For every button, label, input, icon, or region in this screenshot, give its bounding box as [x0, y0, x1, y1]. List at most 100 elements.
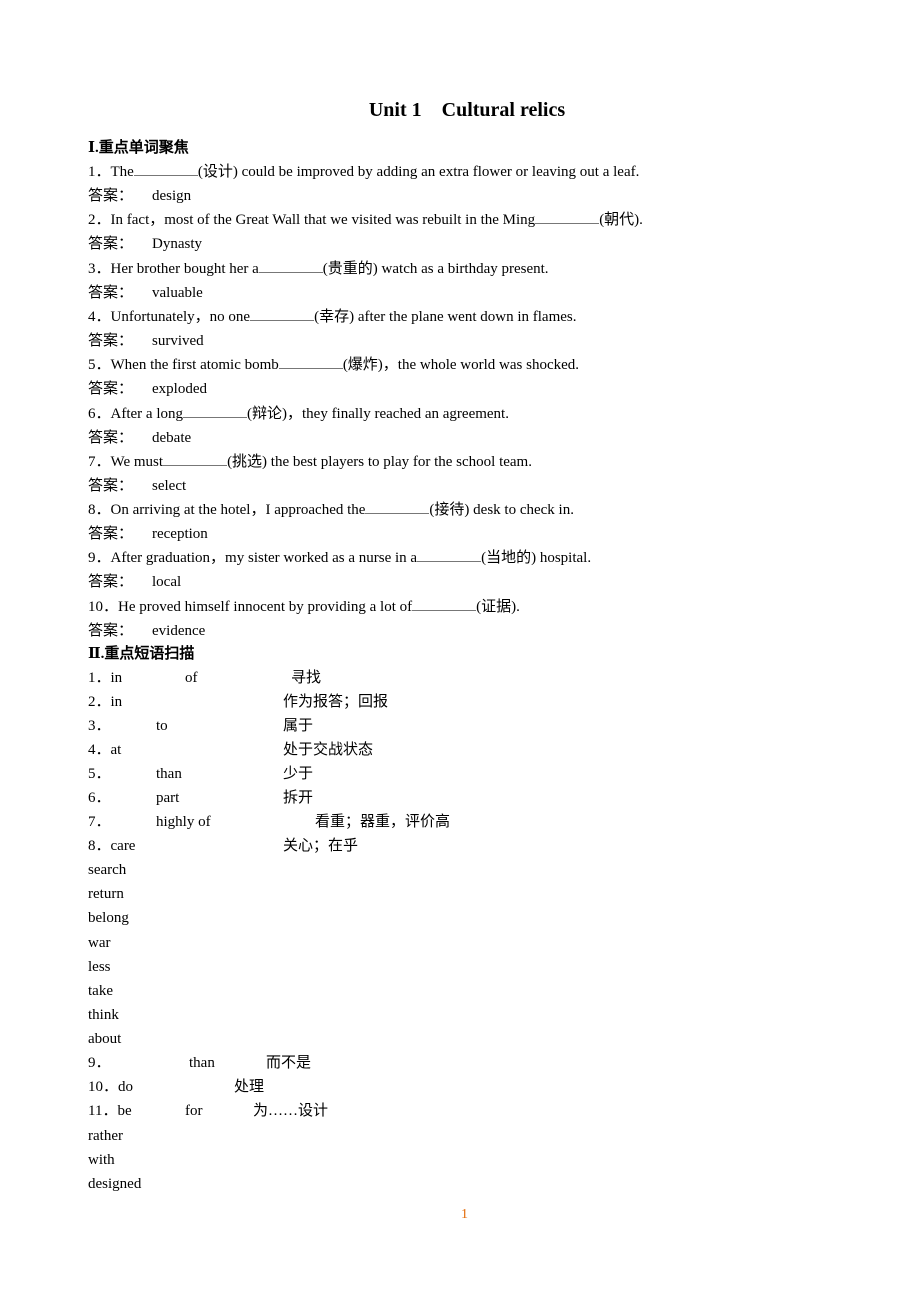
page-number: 1 — [461, 1207, 468, 1222]
phrase-3-num: 3． — [88, 718, 111, 734]
phrase-answer: war — [88, 934, 111, 951]
phrase-6-num: 6． — [88, 790, 111, 806]
answer-text: select — [152, 477, 187, 494]
phrase-11-cn: 为……设计 — [253, 1103, 329, 1119]
answer-3: 答案： valuable — [88, 283, 203, 303]
phrase-answer: think — [88, 1007, 119, 1024]
phrase-11-mid: for — [185, 1103, 203, 1119]
answer-10: 答案： evidence — [88, 621, 205, 641]
question-9: 9．After graduation，my sister worked as a… — [88, 548, 591, 568]
question-text-after: (设计) could be improved by adding an extr… — [197, 164, 640, 180]
phrase-6-mid: part — [156, 790, 180, 806]
page-title: Unit 1 Cultural relics — [368, 99, 566, 121]
answer-label: 答案： — [88, 236, 134, 253]
question-3: 3．Her brother bought her a (贵重的) watch as… — [88, 259, 549, 279]
phrase-9-cn: 而不是 — [266, 1055, 312, 1071]
answer-7: 答案： select — [88, 476, 186, 496]
answer-blank — [417, 548, 482, 563]
phrase-5-cn: 少于 — [283, 766, 314, 782]
question-number: 8． — [88, 502, 111, 519]
answer-blank — [183, 404, 247, 418]
question-text-before: When the first atomic bomb — [110, 357, 279, 374]
answer-label: 答案： — [88, 574, 134, 591]
answer-text: reception — [152, 526, 208, 543]
answer-2: 答案： Dynasty — [88, 234, 202, 254]
question-text-before: He proved himself innocent by providing … — [118, 598, 413, 615]
answer-blank — [250, 307, 315, 321]
answer-text: survived — [152, 332, 204, 349]
answer-blank — [258, 259, 323, 273]
answer-label: 答案： — [88, 526, 134, 543]
question-text-after: (幸存) after the plane went down in flames… — [314, 308, 577, 325]
answer-label: 答案： — [88, 284, 134, 301]
phrase-answer: designed — [88, 1176, 142, 1193]
question-text-after: (爆炸)，the whole world was shocked. — [342, 357, 580, 374]
answer-blank — [163, 452, 228, 466]
phrase-answer: rather — [88, 1128, 123, 1144]
question-text-after: (朝代). — [599, 212, 643, 229]
phrase-3-mid: to — [156, 718, 168, 734]
answer-9: 答案： local — [88, 572, 181, 592]
section2-heading: Ⅱ.重点短语扫描 — [88, 646, 195, 662]
phrase-answer: about — [88, 1031, 122, 1048]
phrase-1-num: 1．in — [88, 670, 123, 686]
question-5: 5．When the first atomic bomb (爆炸)，the who… — [88, 355, 579, 375]
answer-blank — [535, 210, 600, 225]
phrase-4-cn: 处于交战状态 — [283, 742, 374, 758]
answer-blank — [412, 597, 477, 611]
question-text-after: (当地的) hospital. — [481, 550, 592, 567]
question-text-before: After a long — [110, 405, 183, 422]
question-number: 6． — [88, 405, 111, 422]
question-number: 7． — [88, 453, 111, 470]
question-2: 2．In fact，most of the Great Wall that we… — [88, 210, 643, 230]
question-text-before: In fact，most of the Great Wall that we v… — [110, 212, 536, 229]
phrase-7-mid: highly of — [156, 814, 211, 830]
phrase-7-cn: 看重；器重，评价高 — [315, 814, 451, 830]
question-7: 7．We must (挑选) the best players to play f… — [88, 452, 532, 472]
phrase-answer: with — [88, 1152, 115, 1169]
phrase-answer: take — [88, 983, 113, 999]
question-6: 6．After a long (辩论)，they finally reached … — [88, 404, 509, 424]
phrase-10-num: 10．do — [88, 1079, 134, 1095]
answer-label: 答案： — [88, 188, 134, 204]
answer-6: 答案： debate — [88, 428, 191, 448]
question-number: 5． — [88, 357, 111, 374]
answer-blank — [278, 355, 343, 370]
phrase-5-mid: than — [156, 766, 182, 782]
question-number: 1． — [88, 164, 111, 180]
answer-blank — [365, 500, 430, 515]
phrase-7-num: 7． — [88, 814, 111, 830]
phrase-3-cn: 属于 — [283, 718, 314, 734]
question-number: 10． — [88, 598, 119, 615]
question-text-after: (辩论)，they finally reached an agreement. — [247, 405, 509, 422]
question-text-before: On arriving at the hotel，I approached th… — [110, 502, 366, 519]
question-text-after: (挑选) the best players to play for the sc… — [227, 453, 532, 470]
question-4: 4．Unfortunately，no one (幸存) after the pla… — [88, 307, 577, 327]
answer-4: 答案： survived — [88, 331, 204, 351]
question-text-before: The — [110, 164, 134, 180]
phrase-10-cn: 处理 — [234, 1079, 265, 1095]
question-number: 4． — [88, 308, 111, 325]
phrase-answer: return — [88, 886, 124, 903]
answer-text: evidence — [152, 622, 206, 639]
phrase-answer: less — [88, 958, 111, 975]
phrase-4-num: 4．at — [88, 742, 122, 758]
question-text-before: Her brother bought her a — [110, 260, 259, 277]
phrase-1-cn: 寻找 — [291, 670, 322, 686]
question-text-before: We must — [110, 453, 164, 470]
section1-heading: Ⅰ.重点单词聚焦 — [88, 140, 189, 156]
question-10: 10．He proved himself innocent by providi… — [88, 597, 520, 617]
phrase-11-num: 11．be — [88, 1103, 132, 1119]
answer-text: valuable — [152, 284, 203, 301]
question-text-after: (证据). — [476, 598, 520, 615]
question-text-before: After graduation，my sister worked as a n… — [110, 550, 418, 567]
phrase-2-cn: 作为报答；回报 — [283, 694, 389, 710]
question-text-before: Unfortunately，no one — [110, 308, 251, 325]
answer-blank — [133, 162, 198, 176]
answer-label: 答案： — [88, 332, 134, 349]
phrase-1-mid: of — [185, 670, 198, 686]
phrase-answer: search — [88, 862, 127, 878]
answer-label: 答案： — [88, 381, 134, 398]
phrase-2-num: 2．in — [88, 694, 123, 710]
answer-label: 答案： — [88, 477, 134, 494]
